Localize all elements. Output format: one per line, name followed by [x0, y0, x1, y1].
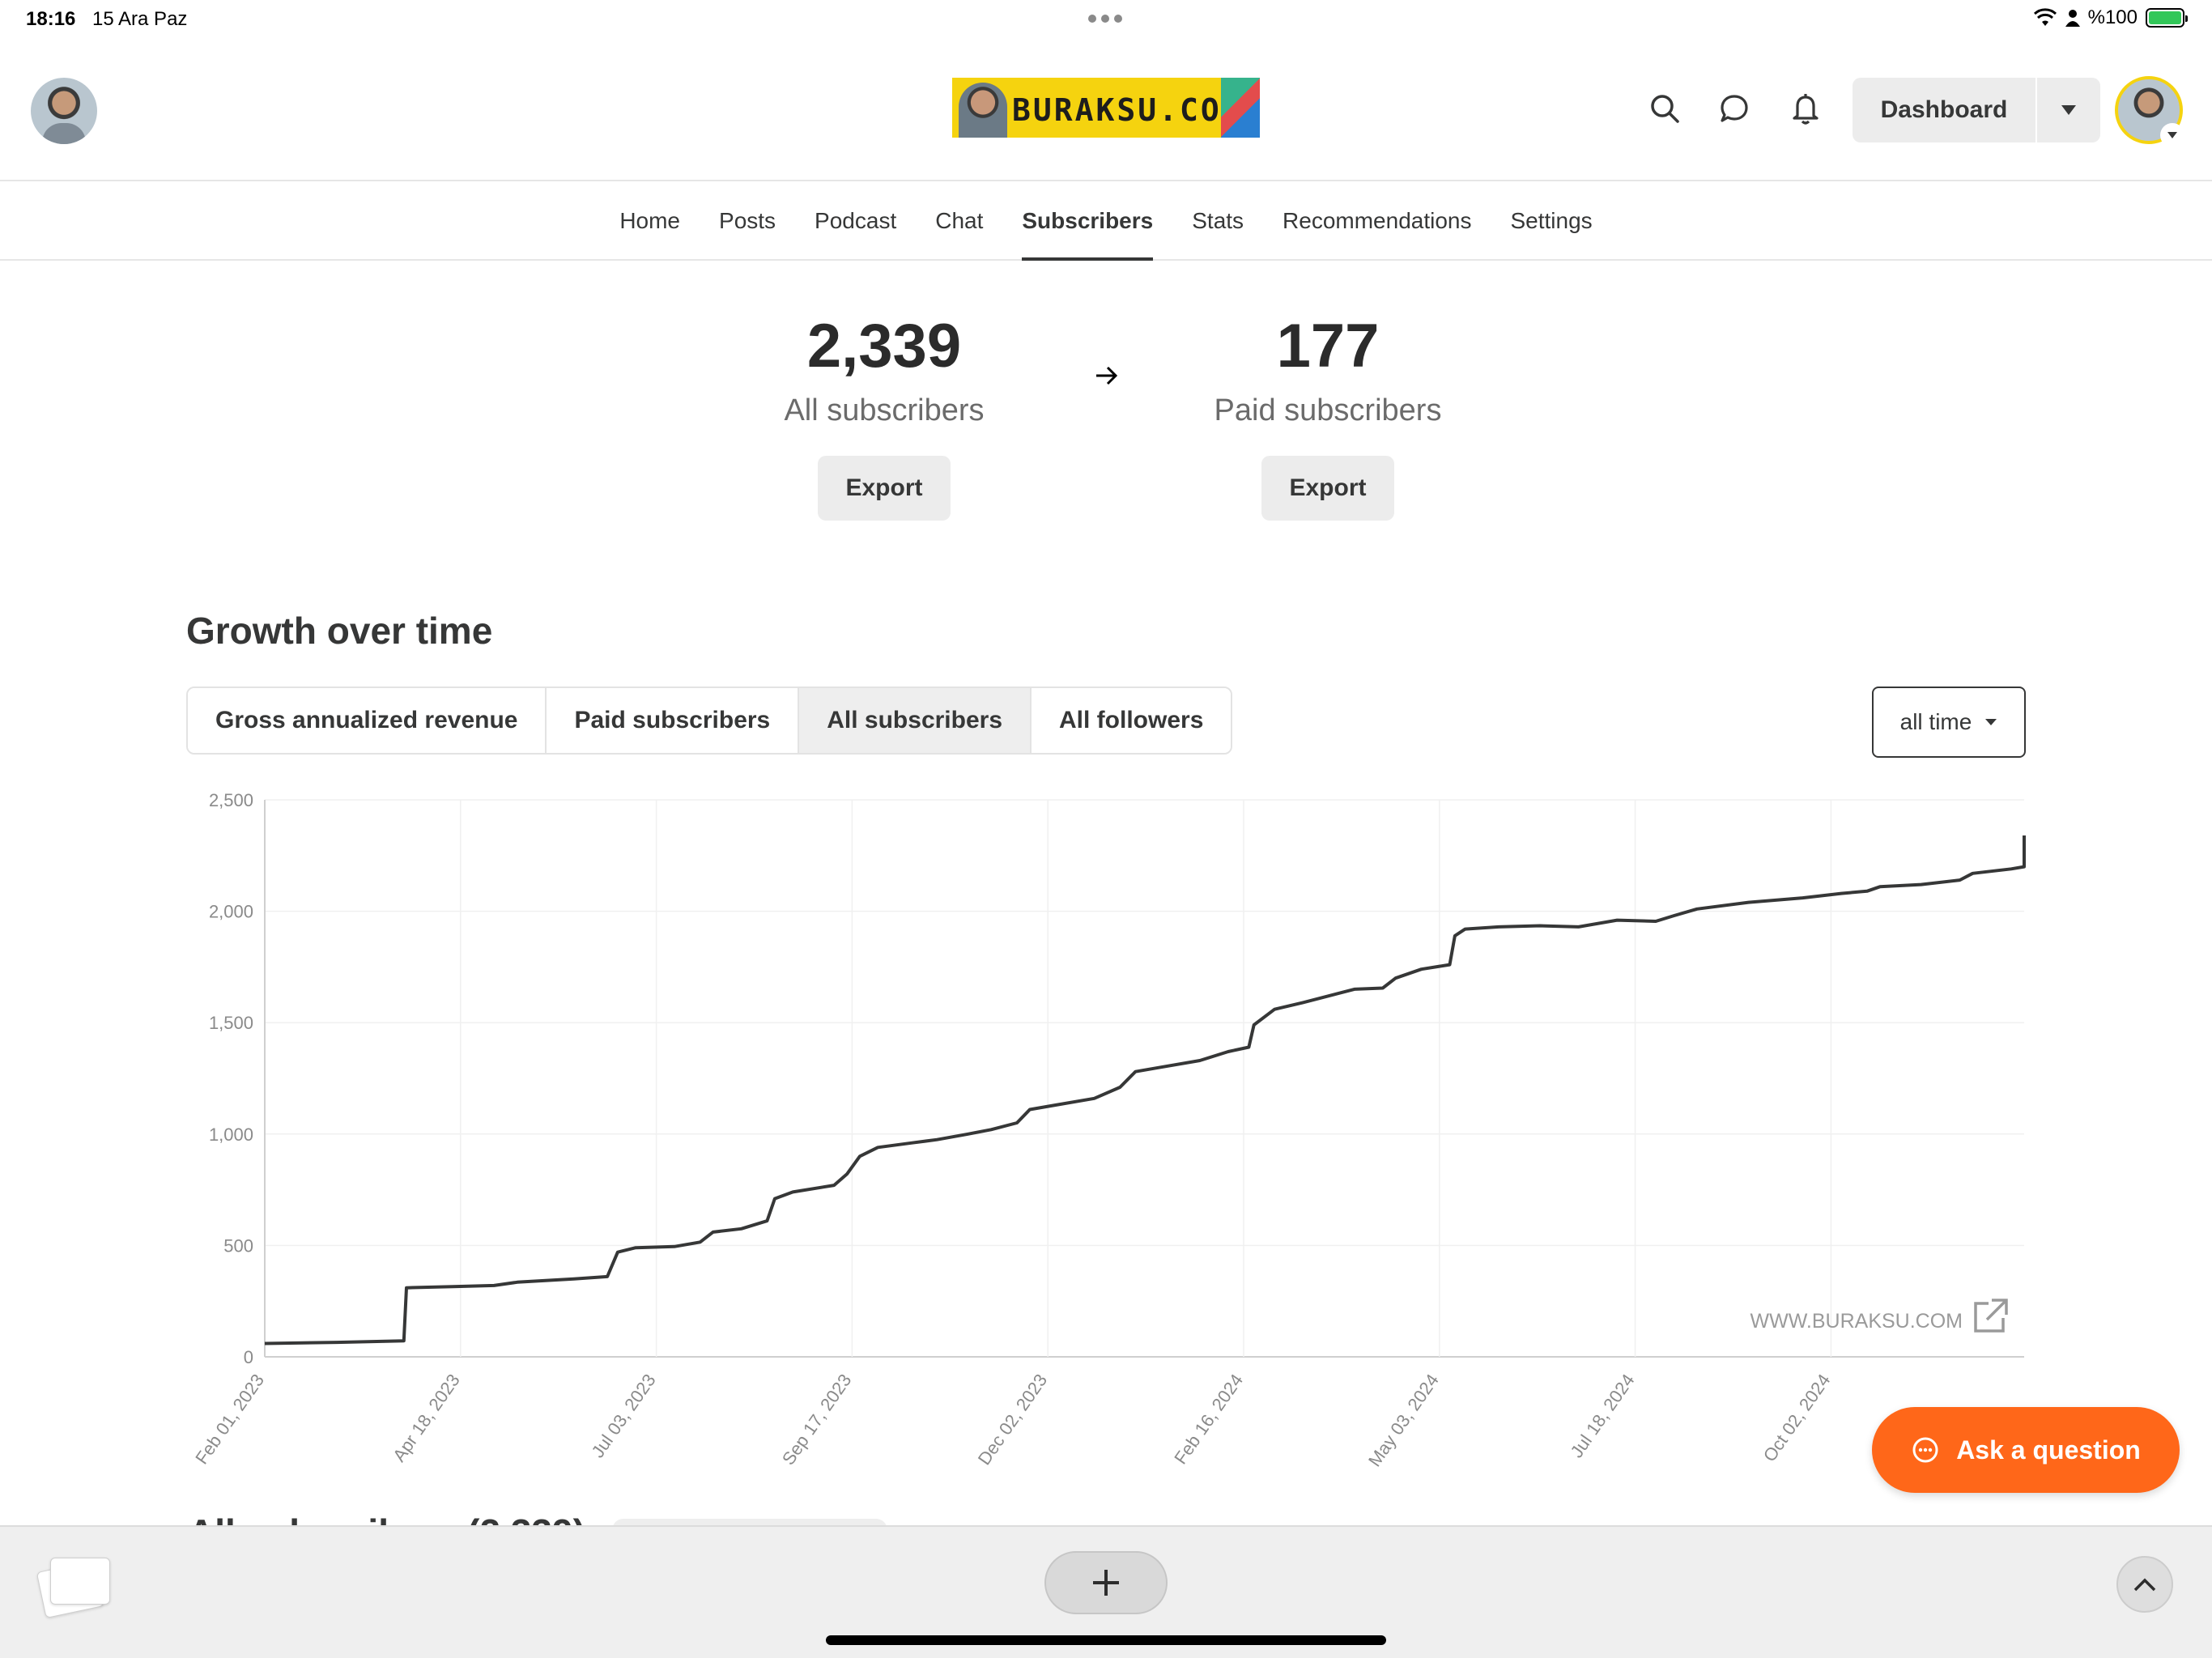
person-icon	[2065, 10, 2080, 27]
y-tick-label: 500	[223, 1235, 253, 1256]
x-tick-label: Feb 01, 2023	[191, 1371, 268, 1469]
time-range-select[interactable]: all time	[1872, 687, 2026, 758]
ask-a-question-button[interactable]: Ask a question	[1872, 1407, 2180, 1493]
y-tick-label: 1,000	[209, 1124, 253, 1145]
y-tick-label: 2,000	[209, 902, 253, 922]
publication-avatar[interactable]	[31, 78, 97, 144]
tab-all-followers[interactable]: All followers	[1032, 688, 1231, 753]
nav-chat[interactable]: Chat	[916, 183, 1002, 259]
bell-icon[interactable]	[1786, 89, 1825, 128]
tab-overview-thumbnail[interactable]	[36, 1550, 113, 1619]
chat-dots-icon	[1912, 1437, 1938, 1463]
x-tick-label: Jul 03, 2023	[587, 1371, 659, 1462]
caret-down-icon	[2061, 105, 2076, 115]
status-time: 18:16	[26, 8, 76, 30]
all-subscribers-count: 2,339	[806, 312, 962, 380]
wifi-icon	[2033, 8, 2057, 26]
home-indicator[interactable]	[826, 1635, 1386, 1645]
chat-bubble-icon[interactable]	[1715, 89, 1754, 128]
multitasking-dots[interactable]	[1088, 15, 1124, 23]
x-tick-label: Jul 18, 2024	[1566, 1371, 1638, 1462]
x-tick-label: May 03, 2024	[1364, 1371, 1443, 1471]
nav-podcast[interactable]: Podcast	[795, 183, 916, 259]
tab-all-subscribers[interactable]: All subscribers	[799, 688, 1032, 753]
tab-paid-subscribers[interactable]: Paid subscribers	[547, 688, 800, 753]
dashboard-nav: Home Posts Podcast Chat Subscribers Stat…	[0, 183, 2212, 261]
banner-text: BURAKSU.COM	[1012, 92, 1243, 128]
chart-watermark: WWW.BURAKSU.COM	[1750, 1310, 1963, 1333]
dashboard-dropdown-button[interactable]	[2037, 78, 2100, 142]
status-indicators: %100	[2033, 6, 2188, 29]
top-header: BURAKSU.COM Dashboard	[0, 39, 2212, 181]
nav-subscribers[interactable]: Subscribers	[1002, 183, 1172, 261]
time-range-value: all time	[1899, 709, 1972, 734]
external-link-icon	[1974, 1299, 2008, 1333]
ask-a-question-label: Ask a question	[1956, 1435, 2141, 1465]
y-tick-label: 0	[244, 1347, 253, 1367]
paid-subscribers-counter: 177 Paid subscribers Export	[1158, 308, 1498, 521]
export-paid-button[interactable]: Export	[1261, 456, 1394, 521]
plus-icon	[1093, 1570, 1119, 1596]
growth-title: Growth over time	[186, 610, 493, 652]
new-tab-button[interactable]	[1044, 1551, 1168, 1614]
x-tick-label: Feb 16, 2024	[1170, 1371, 1247, 1469]
growth-chart-svg: 0 500 1,000 1,500 2,000 2,500 Feb 01, 2023 Apr …	[191, 790, 2026, 1471]
x-tick-label: Sep 17, 2023	[778, 1371, 856, 1469]
paid-subscribers-label: Paid subscribers	[1214, 393, 1442, 427]
arrow-right-icon	[1096, 366, 1118, 385]
battery-percent: %100	[2087, 6, 2138, 28]
growth-chart: 0 500 1,000 1,500 2,000 2,500 Feb 01, 2023 Apr …	[178, 777, 2040, 1490]
status-date: 15 Ara Paz	[92, 8, 188, 30]
y-tick-label: 1,500	[209, 1013, 253, 1033]
browser-bottom-bar	[0, 1525, 2212, 1658]
publication-banner-logo[interactable]: BURAKSU.COM	[952, 78, 1260, 138]
all-subscribers-counter: 2,339 All subscribers Export	[714, 308, 1054, 521]
paid-subscribers-count: 177	[1276, 312, 1380, 380]
nav-home[interactable]: Home	[600, 183, 700, 259]
x-tick-label: Apr 18, 2023	[389, 1371, 464, 1466]
x-tick-label: Dec 02, 2023	[974, 1371, 1052, 1469]
nav-settings[interactable]: Settings	[1491, 183, 1612, 259]
y-tick-label: 2,500	[209, 790, 253, 810]
dashboard-button[interactable]: Dashboard	[1853, 78, 2035, 142]
tab-gross-annualized-revenue[interactable]: Gross annualized revenue	[188, 688, 547, 753]
nav-stats[interactable]: Stats	[1172, 183, 1263, 259]
user-menu-caret-icon[interactable]	[2160, 123, 2184, 147]
growth-metric-tabs: Gross annualized revenue Paid subscriber…	[186, 687, 1233, 755]
all-subscribers-label: All subscribers	[784, 393, 985, 427]
nav-posts[interactable]: Posts	[700, 183, 795, 259]
banner-face-image	[959, 83, 1007, 138]
battery-icon	[2146, 8, 2188, 28]
caret-down-icon	[1985, 719, 1997, 725]
status-bar: 18:16 15 Ara Paz %100	[0, 0, 2212, 39]
chevron-up-icon	[2133, 1578, 2156, 1592]
export-all-button[interactable]: Export	[818, 456, 951, 521]
expand-toolbar-button[interactable]	[2116, 1556, 2173, 1613]
nav-recommendations[interactable]: Recommendations	[1263, 183, 1491, 259]
search-icon[interactable]	[1645, 89, 1684, 128]
x-tick-label: Oct 02, 2024	[1759, 1371, 1835, 1466]
